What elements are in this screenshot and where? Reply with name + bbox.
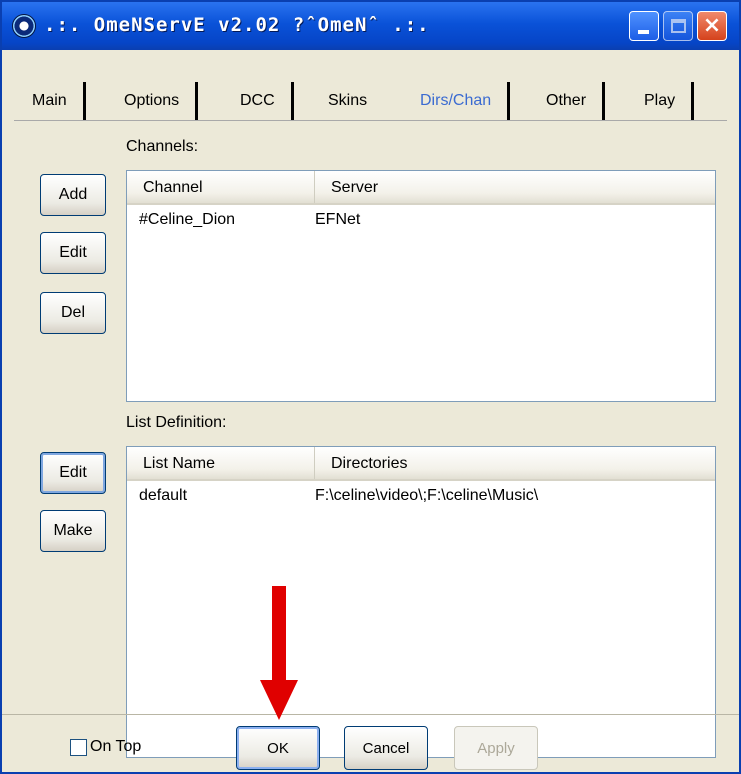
annotation-arrow-icon (260, 586, 298, 720)
channels-list-header: Channel Server (127, 171, 715, 205)
cancel-button[interactable]: Cancel (344, 726, 428, 770)
make-list-button[interactable]: Make (40, 510, 106, 552)
list-directories-cell[interactable]: F:\celine\video\;F:\celine\Music\ (315, 487, 538, 505)
list-name-cell[interactable]: default (139, 487, 187, 505)
on-top-label: On Top (90, 738, 142, 755)
on-top-option[interactable]: On Top (70, 738, 141, 756)
title-bar[interactable]: .:. OmeNServE v2.02 ?ˆOmeNˆ .:. × (2, 2, 739, 50)
channel-name-cell[interactable]: #Celine_Dion (139, 211, 235, 229)
ok-button[interactable]: OK (236, 726, 320, 770)
minimize-button[interactable] (629, 11, 659, 41)
maximize-icon (671, 19, 686, 33)
minimize-icon (638, 30, 649, 34)
tab-dcc[interactable]: DCC (224, 82, 294, 120)
add-channel-button[interactable]: Add (40, 174, 106, 216)
channels-list[interactable]: Channel Server #Celine_Dion EFNet (126, 170, 716, 402)
list-definition-header: List Name Directories (127, 447, 715, 481)
app-window: .:. OmeNServE v2.02 ?ˆOmeNˆ .:. × Main O… (0, 0, 741, 774)
tab-main[interactable]: Main (16, 82, 86, 120)
tab-divider (14, 120, 727, 121)
delete-channel-button[interactable]: Del (40, 292, 106, 334)
channel-server-cell[interactable]: EFNet (315, 211, 360, 229)
tab-dirs-chan[interactable]: Dirs/Chan (404, 82, 511, 120)
tab-other[interactable]: Other (530, 82, 606, 120)
edit-list-button[interactable]: Edit (40, 452, 106, 494)
column-header-channel[interactable]: Channel (127, 171, 315, 203)
channels-label: Channels: (126, 138, 199, 155)
tab-options[interactable]: Options (108, 82, 199, 120)
maximize-button[interactable] (663, 11, 693, 41)
footer-divider (2, 714, 739, 715)
tab-play[interactable]: Play (628, 82, 695, 120)
column-header-server[interactable]: Server (315, 171, 715, 203)
tab-strip: Main Options DCC Skins Dirs/Chan Other P… (12, 72, 727, 122)
list-definition-list[interactable]: List Name Directories default F:\celine\… (126, 446, 716, 758)
column-header-list-name[interactable]: List Name (127, 447, 315, 479)
column-header-directories[interactable]: Directories (315, 447, 715, 479)
close-button[interactable]: × (697, 11, 727, 41)
window-title: .:. OmeNServE v2.02 ?ˆOmeNˆ .:. (44, 14, 430, 36)
on-top-checkbox[interactable] (70, 738, 87, 756)
app-icon[interactable] (12, 14, 36, 38)
edit-channel-button[interactable]: Edit (40, 232, 106, 274)
close-icon: × (702, 13, 722, 38)
list-definition-label: List Definition: (126, 414, 227, 431)
tab-skins[interactable]: Skins (312, 82, 383, 120)
apply-button[interactable]: Apply (454, 726, 538, 770)
